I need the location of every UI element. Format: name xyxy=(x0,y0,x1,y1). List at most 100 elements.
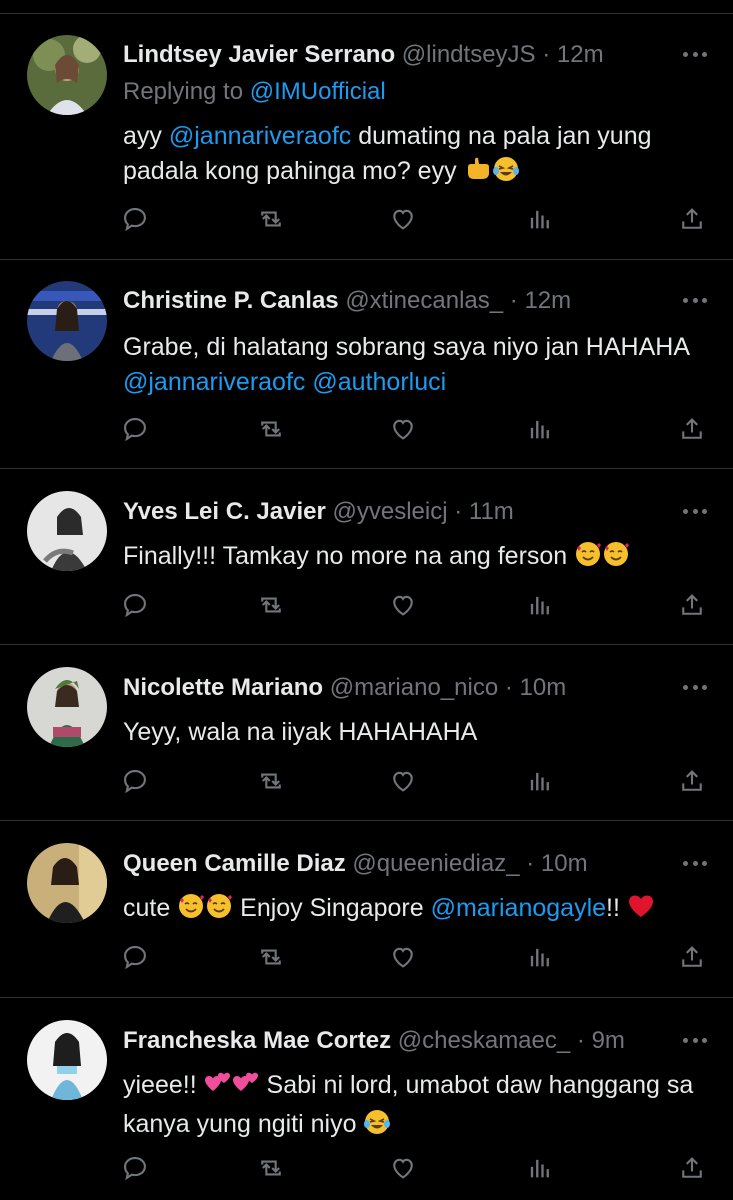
share-icon[interactable] xyxy=(675,940,709,974)
display-name[interactable]: Lindtsey Javier Serrano xyxy=(123,41,395,68)
replying-to-label: Replying to xyxy=(123,78,250,105)
tweet-actions xyxy=(118,202,709,236)
tweet-francheska[interactable]: Francheska Mae Cortez @cheskamaec_ · 9m … xyxy=(0,998,733,1200)
separator-dot: · xyxy=(509,287,518,314)
mention-link[interactable]: @marianogayle xyxy=(431,894,606,922)
user-handle[interactable]: @yvesleicj xyxy=(332,498,447,525)
views-icon[interactable] xyxy=(522,764,556,798)
timestamp[interactable]: 12m xyxy=(524,287,571,314)
user-handle[interactable]: @xtinecanlas_ xyxy=(345,287,503,314)
tweet-lindtsey[interactable]: Lindtsey Javier Serrano @lindtseyJS · 12… xyxy=(0,14,733,260)
avatar[interactable] xyxy=(27,667,107,747)
tweet-text: yieee!! Sabi ni lord, umabot daw hanggan… xyxy=(123,1068,713,1146)
display-name[interactable]: Francheska Mae Cortez xyxy=(123,1027,391,1054)
views-icon[interactable] xyxy=(522,588,556,622)
like-icon[interactable] xyxy=(386,202,420,236)
smiling-face-hearts-emoji xyxy=(205,892,233,930)
mention-link[interactable]: @jannariveraofc xyxy=(123,368,305,396)
avatar[interactable] xyxy=(27,491,107,571)
tweet-header: Lindtsey Javier Serrano @lindtseyJS · 12… xyxy=(123,40,643,70)
share-icon[interactable] xyxy=(675,1151,709,1185)
tweet-actions xyxy=(118,764,709,798)
replying-to: Replying to @IMUofficial xyxy=(123,77,386,107)
tweet-christine[interactable]: Christine P. Canlas @xtinecanlas_ · 12m … xyxy=(0,260,733,469)
tweet-queen-camille[interactable]: Queen Camille Diaz @queeniediaz_ · 10m c… xyxy=(0,821,733,998)
timestamp[interactable]: 10m xyxy=(520,674,567,701)
tweet-header: Christine P. Canlas @xtinecanlas_ · 12m xyxy=(123,286,643,316)
like-icon[interactable] xyxy=(386,588,420,622)
share-icon[interactable] xyxy=(675,764,709,798)
text-part: ayy xyxy=(123,122,169,150)
user-handle[interactable]: @mariano_nico xyxy=(330,674,498,701)
retweet-icon[interactable] xyxy=(254,764,288,798)
display-name[interactable]: Nicolette Mariano xyxy=(123,674,323,701)
reply-icon[interactable] xyxy=(118,412,152,446)
like-icon[interactable] xyxy=(386,1151,420,1185)
tweet-nicolette[interactable]: Nicolette Mariano @mariano_nico · 10m Ye… xyxy=(0,645,733,821)
display-name[interactable]: Christine P. Canlas xyxy=(123,287,339,314)
user-handle[interactable]: @lindtseyJS xyxy=(402,41,536,68)
timestamp[interactable]: 9m xyxy=(592,1027,625,1054)
more-icon[interactable] xyxy=(683,44,707,64)
reply-handle-link[interactable]: @IMUofficial xyxy=(250,78,386,105)
call-me-hand-emoji xyxy=(464,155,492,193)
views-icon[interactable] xyxy=(522,412,556,446)
reply-icon[interactable] xyxy=(118,202,152,236)
views-icon[interactable] xyxy=(522,940,556,974)
more-icon[interactable] xyxy=(683,853,707,873)
timestamp[interactable]: 11m xyxy=(469,498,514,525)
text-part: Finally!!! Tamkay no more na ang ferson xyxy=(123,542,575,570)
tweet-text: Yeyy, wala na iiyak HAHAHAHA xyxy=(123,715,713,750)
retweet-icon[interactable] xyxy=(254,412,288,446)
display-name[interactable]: Yves Lei C. Javier xyxy=(123,498,326,525)
laughing-tears-emoji xyxy=(492,155,520,193)
timestamp[interactable]: 10m xyxy=(541,850,588,877)
text-part: Enjoy Singapore xyxy=(233,894,431,922)
like-icon[interactable] xyxy=(386,940,420,974)
tweet-text: Finally!!! Tamkay no more na ang ferson xyxy=(123,539,713,578)
retweet-icon[interactable] xyxy=(254,1151,288,1185)
share-icon[interactable] xyxy=(675,412,709,446)
timestamp[interactable]: 12m xyxy=(557,41,604,68)
user-handle[interactable]: @queeniediaz_ xyxy=(352,850,519,877)
separator-dot: · xyxy=(454,498,463,525)
reply-icon[interactable] xyxy=(118,940,152,974)
tweet-actions xyxy=(118,588,709,622)
more-icon[interactable] xyxy=(683,290,707,310)
share-icon[interactable] xyxy=(675,588,709,622)
laughing-tears-emoji xyxy=(363,1108,391,1146)
avatar[interactable] xyxy=(27,1020,107,1100)
text-part: yieee!! xyxy=(123,1071,204,1099)
more-icon[interactable] xyxy=(683,677,707,697)
avatar[interactable] xyxy=(27,35,107,115)
text-part: Yeyy, wala na iiyak HAHAHAHA xyxy=(123,718,478,746)
user-handle[interactable]: @cheskamaec_ xyxy=(398,1027,570,1054)
more-icon[interactable] xyxy=(683,501,707,521)
retweet-icon[interactable] xyxy=(254,588,288,622)
like-icon[interactable] xyxy=(386,764,420,798)
tweet-text: Grabe, di halatang sobrang saya niyo jan… xyxy=(123,330,713,400)
reply-icon[interactable] xyxy=(118,588,152,622)
tweet-header: Queen Camille Diaz @queeniediaz_ · 10m xyxy=(123,849,643,879)
text-part: Grabe, di halatang sobrang saya niyo jan… xyxy=(123,333,689,361)
tweet-header: Nicolette Mariano @mariano_nico · 10m xyxy=(123,673,643,703)
text-part: !! xyxy=(606,894,627,922)
retweet-icon[interactable] xyxy=(254,940,288,974)
mention-link[interactable]: @authorluci xyxy=(312,368,446,396)
share-icon[interactable] xyxy=(675,202,709,236)
retweet-icon[interactable] xyxy=(254,202,288,236)
separator-dot: · xyxy=(542,41,551,68)
views-icon[interactable] xyxy=(522,1151,556,1185)
views-icon[interactable] xyxy=(522,202,556,236)
text-part: cute xyxy=(123,894,178,922)
display-name[interactable]: Queen Camille Diaz xyxy=(123,850,346,877)
two-hearts-emoji xyxy=(232,1069,260,1107)
more-icon[interactable] xyxy=(683,1030,707,1050)
reply-icon[interactable] xyxy=(118,764,152,798)
avatar[interactable] xyxy=(27,281,107,361)
mention-link[interactable]: @jannariveraofc xyxy=(169,122,351,150)
like-icon[interactable] xyxy=(386,412,420,446)
tweet-yves[interactable]: Yves Lei C. Javier @yvesleicj · 11m Fina… xyxy=(0,469,733,645)
avatar[interactable] xyxy=(27,843,107,923)
reply-icon[interactable] xyxy=(118,1151,152,1185)
